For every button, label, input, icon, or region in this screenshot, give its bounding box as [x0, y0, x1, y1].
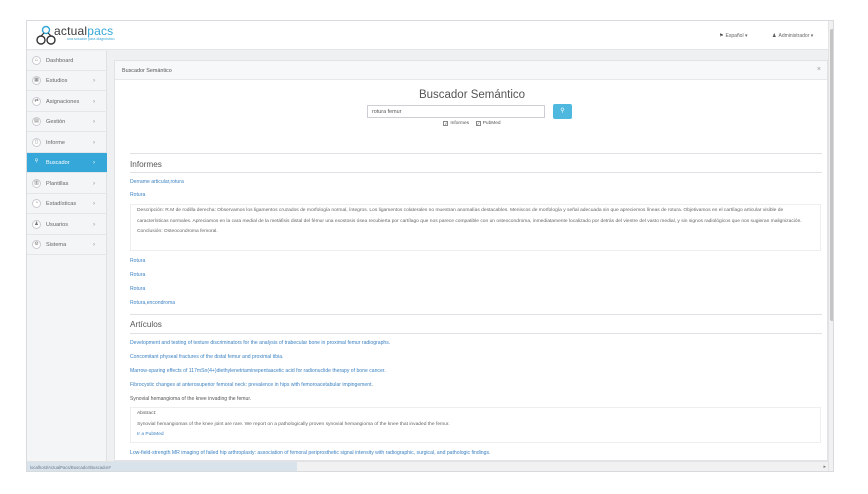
top-header: actualpacs una solución para diagnóstico…	[27, 21, 833, 50]
sidebar-item-label: Asignaciones	[46, 98, 80, 105]
article-detail: Abstract: Synovial hemangiomas of the kn…	[130, 407, 821, 443]
section-divider	[130, 153, 822, 154]
section-divider	[130, 333, 822, 334]
chevron-right-icon: ›	[93, 180, 95, 187]
pubmed-checkbox-label: PubMed	[482, 121, 501, 126]
book-icon: ▥	[32, 179, 41, 188]
article-result-link[interactable]: Synovial hemangioma of the knee invading…	[130, 396, 251, 402]
pubmed-checkbox[interactable]: ✓	[475, 121, 481, 126]
chevron-right-icon: ›	[93, 139, 95, 146]
chevron-right-icon: ›	[93, 241, 95, 248]
informe-result-link[interactable]: Rotura	[130, 258, 145, 264]
search-input[interactable]	[367, 105, 545, 118]
language-menu-label: Español ▾	[725, 33, 748, 39]
informe-detail: Descripción: R.M de rodilla derecha: Obs…	[130, 204, 821, 251]
articulos-section-title: Artículos	[130, 320, 162, 329]
users-icon: ♟	[32, 220, 41, 229]
article-result-link[interactable]: Development and testing of texture discr…	[130, 340, 390, 346]
informe-result-link[interactable]: Derrame articular,rotura	[130, 179, 184, 185]
informe-result-link[interactable]: Rotura,encondroma	[130, 300, 175, 306]
pubmed-link[interactable]: Ir a PubMed	[137, 430, 814, 441]
search-filters: ✓ Informes ✓ PubMed	[115, 121, 827, 126]
search-icon: ⚲	[34, 158, 39, 164]
article-result-link[interactable]: Low-field-strength MR imaging of failed …	[130, 450, 490, 456]
document-icon: ▯	[32, 138, 41, 147]
chevron-right-icon: ›	[93, 118, 95, 125]
page-title: Buscador Semántico	[418, 89, 526, 101]
informe-description: Descripción: R.M de rodilla derecha: Obs…	[137, 208, 802, 224]
informes-checkbox[interactable]: ✓	[443, 121, 449, 126]
informe-result-link[interactable]: Rotura	[130, 286, 145, 292]
status-url: localhost/ActualPacs/Buscador/Buscador#	[27, 462, 297, 471]
logo-wordmark: actualpacs	[54, 24, 114, 38]
sidebar-item-asignaciones[interactable]: ⇄ Asignaciones ›	[27, 92, 107, 112]
calendar-icon: ▤	[32, 117, 41, 126]
user-menu[interactable]: ♟ Administrador ▾	[772, 33, 813, 39]
sidebar-item-informe[interactable]: ▯ Informe ›	[27, 133, 107, 153]
search-icon: ⚲	[560, 108, 565, 114]
language-menu[interactable]: ⚑ Español ▾	[719, 33, 747, 39]
home-icon: ⌂	[32, 56, 41, 65]
scrollbar-thumb[interactable]	[830, 29, 833, 321]
chevron-right-icon: ›	[93, 200, 95, 207]
app-window: actualpacs una solución para diagnóstico…	[26, 20, 834, 472]
sidebar-item-label: Dashboard	[46, 57, 74, 64]
panel-title: Buscador Semántico	[122, 68, 172, 74]
horizontal-scrollbar[interactable]: localhost/ActualPacs/Buscador/Buscador# …	[27, 461, 828, 471]
section-divider	[130, 314, 822, 315]
sidebar-item-estudios[interactable]: ▦ Estudios ›	[27, 71, 107, 91]
close-icon[interactable]: ×	[817, 66, 821, 73]
informe-result-link[interactable]: Rotura	[130, 192, 145, 198]
arrow-right-icon[interactable]: ▸	[823, 464, 826, 470]
sidebar-item-label: Gestión	[46, 118, 66, 125]
sidebar-item-label: Informe	[46, 139, 65, 146]
chevron-right-icon: ›	[93, 77, 95, 84]
panel-header: Buscador Semántico ×	[115, 61, 827, 80]
informes-checkbox-label: Informes	[450, 121, 470, 126]
sidebar-item-estadisticas[interactable]: ◔ Estadísticas ›	[27, 194, 107, 214]
sidebar-item-label: Plantillas	[46, 180, 69, 187]
article-result-link[interactable]: Fibrocystic changes at anterosuperior fe…	[130, 382, 373, 388]
sidebar-item-gestion[interactable]: ▤ Gestión ›	[27, 112, 107, 132]
user-icon: ♟	[772, 33, 777, 39]
chevron-right-icon: ›	[93, 221, 95, 228]
article-result-link[interactable]: Concomitant physeal fractures of the dis…	[130, 354, 283, 360]
user-menu-label: Administrador ▾	[778, 33, 814, 39]
article-result-link[interactable]: Marrow-sparing effects of 117mSn(4+)diet…	[130, 368, 386, 374]
logo-tagline: una solución para diagnóstico	[67, 37, 115, 41]
gear-icon: ⚙	[32, 240, 41, 249]
sidebar-item-plantillas[interactable]: ▥ Plantillas ›	[27, 174, 107, 194]
informes-section-title: Informes	[130, 160, 162, 169]
informe-result-link[interactable]: Rotura	[130, 272, 145, 278]
sidebar-item-dashboard[interactable]: ⌂ Dashboard	[27, 51, 107, 71]
sidebar-item-label: Estadísticas	[46, 200, 77, 207]
section-divider	[130, 172, 822, 173]
sidebar-item-label: Estudios	[46, 77, 68, 84]
sidebar-item-sistema[interactable]: ⚙ Sistema ›	[27, 235, 107, 255]
search-button[interactable]: ⚲	[553, 104, 572, 119]
sidebar-item-label: Sistema	[46, 241, 67, 248]
grid-icon: ▦	[32, 76, 41, 85]
sidebar: ⌂ Dashboard ▦ Estudios › ⇄ Asignaciones …	[27, 51, 107, 461]
sidebar-item-label: Buscador	[46, 159, 70, 166]
flag-icon: ⚑	[719, 33, 724, 39]
chart-icon: ◔	[32, 199, 41, 208]
sidebar-item-buscador[interactable]: ⚲ Buscador ›	[27, 153, 107, 173]
search-panel: Buscador Semántico × Buscador Semántico …	[114, 60, 828, 461]
sidebar-item-usuarios[interactable]: ♟ Usuarios ›	[27, 215, 107, 235]
informe-conclusion: Conclusión: Osteocondroma femoral.	[137, 229, 218, 234]
abstract-text: Synovial hemangiomas of the knee joint a…	[137, 421, 450, 427]
chevron-right-icon: ›	[93, 98, 95, 105]
vertical-scrollbar[interactable]	[828, 21, 833, 471]
abstract-heading: Abstract:	[137, 411, 157, 416]
shuffle-icon: ⇄	[32, 97, 41, 106]
sidebar-item-label: Usuarios	[46, 221, 69, 228]
chevron-right-icon: ›	[93, 159, 95, 166]
